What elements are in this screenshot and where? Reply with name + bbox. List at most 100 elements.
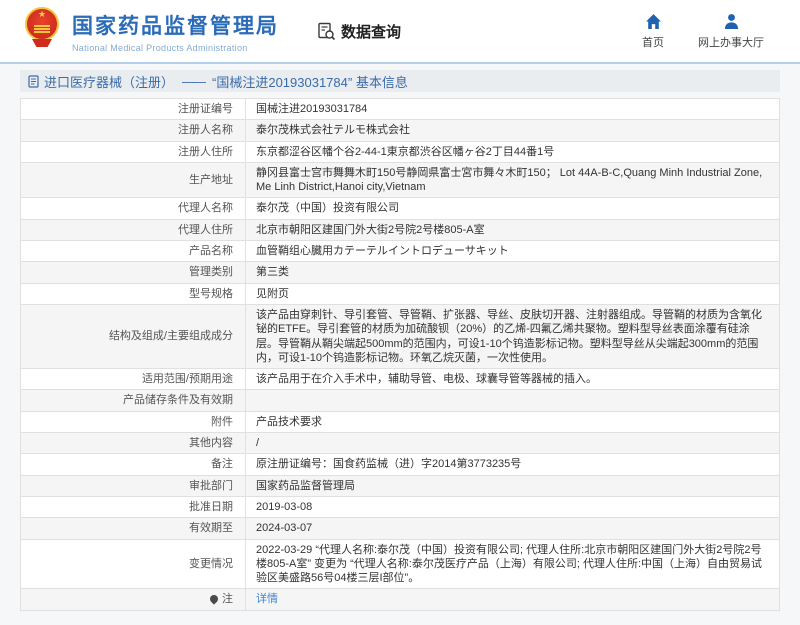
table-row: 审批部门 国家药品监督管理局 [21,475,780,496]
table-row: 其他内容 / [21,433,780,454]
emblem-ribbon [32,39,52,47]
row-label: 注 [21,589,246,610]
row-label-text: 代理人住所 [178,224,233,236]
home-icon [645,13,662,30]
note-pin-icon [208,594,219,605]
gate-icon [34,25,50,33]
row-label-text: 其他内容 [189,437,233,449]
row-label: 附件 [21,411,246,432]
table-row: 变更情况 2022-03-29 “代理人名称:泰尔茂（中国）投资有限公司; 代理人… [21,539,780,589]
row-label: 有效期至 [21,518,246,539]
row-value: 泰尔茂（中国）投资有限公司 [246,198,780,219]
site-title: 国家药品监督管理局 [72,10,279,40]
registration-info-table: 注册证编号国械注进20193031784注册人名称泰尔茂株式会社テルモ株式会社注… [20,98,780,611]
row-value: 北京市朝阳区建国门外大街2号院2号楼805-A室 [246,219,780,240]
row-value: 2024-03-07 [246,518,780,539]
row-label: 变更情况 [21,539,246,589]
data-query-label: 数据查询 [341,21,401,42]
row-value: 泰尔茂株式会社テルモ株式会社 [246,120,780,141]
table-row: 备注 原注册证编号：国食药监械（进）字2014第3773235号 [21,454,780,475]
row-value: 国械注进20193031784 [246,99,780,120]
row-value: 东京都涩谷区幡个谷2-44-1東京都渋谷区幡ヶ谷2丁目44番1号 [246,141,780,162]
breadcrumb: 进口医疗器械（注册） —— “国械注进20193031784” 基本信息 [20,70,780,92]
row-label-text: 注册证编号 [178,103,233,115]
row-value: 产品技术要求 [246,411,780,432]
table-row: 代理人名称 泰尔茂（中国）投资有限公司 [21,198,780,219]
online-hall-label: 网上办事大厅 [698,34,764,50]
row-label: 审批部门 [21,475,246,496]
table-row: 注册人住所东京都涩谷区幡个谷2-44-1東京都渋谷区幡ヶ谷2丁目44番1号 [21,141,780,162]
breadcrumb-current: “国械注进20193031784” 基本信息 [212,72,408,91]
row-value [246,390,780,411]
row-label-text: 注 [222,593,233,605]
row-label-text: 适用范围/预期用途 [142,373,233,385]
row-label: 代理人名称 [21,198,246,219]
row-label-text: 批准日期 [189,501,233,513]
data-query-nav[interactable]: 数据查询 [317,21,401,42]
row-label-text: 代理人名称 [178,202,233,214]
row-value: 第三类 [246,262,780,283]
details-link[interactable]: 详情 [256,593,278,605]
row-label: 备注 [21,454,246,475]
table-row: 有效期至 2024-03-07 [21,518,780,539]
row-label-text: 产品名称 [189,245,233,257]
row-label-text: 型号规格 [189,288,233,300]
row-value: 该产品由穿刺针、导引套管、导管鞘、扩张器、导丝、皮肤切开器、注射器组成。导管鞘的… [246,304,780,368]
row-value: 静冈县富士宫市舞舞木町150号静岡県富士宮市舞々木町150； Lot 44A-B… [246,162,780,198]
emblem-circle: ★ [25,7,59,41]
row-label: 注册人名称 [21,120,246,141]
star-icon: ★ [38,10,46,19]
row-label: 注册人住所 [21,141,246,162]
data-query-icon [317,22,336,41]
row-label: 生产地址 [21,162,246,198]
table-row: 生产地址 静冈县富士宫市舞舞木町150号静岡県富士宮市舞々木町150； Lot 4… [21,162,780,198]
row-label: 批准日期 [21,496,246,517]
row-value: 该产品用于在介入手术中，辅助导管、电极、球囊导管等器械的插入。 [246,369,780,390]
table-row: 管理类别 第三类 [21,262,780,283]
home-link[interactable]: 首页 [642,13,664,50]
table-row: 产品名称 血管鞘组心臓用カテーテルイントロデューサキット [21,241,780,262]
table-row: 代理人住所 北京市朝阳区建国门外大街2号院2号楼805-A室 [21,219,780,240]
row-label-text: 管理类别 [189,266,233,278]
row-value: 原注册证编号：国食药监械（进）字2014第3773235号 [246,454,780,475]
row-value: / [246,433,780,454]
row-value: 血管鞘组心臓用カテーテルイントロデューサキット [246,241,780,262]
table-row: 注 详情 [21,589,780,610]
site-header: ★ 国家药品监督管理局 National Medical Products Ad… [0,0,800,62]
table-row: 批准日期2019-03-08 [21,496,780,517]
row-label: 产品储存条件及有效期 [21,390,246,411]
breadcrumb-separator: —— [182,74,204,89]
table-row: 注册人名称 泰尔茂株式会社テルモ株式会社 [21,120,780,141]
row-value: 国家药品监督管理局 [246,475,780,496]
breadcrumb-category[interactable]: 进口医疗器械（注册） [44,72,174,91]
table-row: 型号规格 见附页 [21,283,780,304]
row-value: 2022-03-29 “代理人名称:泰尔茂（中国）投资有限公司; 代理人住所:北… [246,539,780,589]
row-label-text: 结构及组成/主要组成成分 [109,330,233,342]
logo-block[interactable]: ★ 国家药品监督管理局 National Medical Products Ad… [22,4,279,58]
table-row: 注册证编号 国械注进20193031784 [21,99,780,120]
row-label-text: 备注 [211,458,233,470]
row-value: 见附页 [246,283,780,304]
row-label-text: 生产地址 [189,174,233,186]
table-row: 结构及组成/主要组成成分 该产品由穿刺针、导引套管、导管鞘、扩张器、导丝、皮肤切开… [21,304,780,368]
row-label-text: 产品储存条件及有效期 [123,394,233,406]
row-label-text: 注册人名称 [178,124,233,136]
row-value: 详情 [246,589,780,610]
table-row: 附件产品技术要求 [21,411,780,432]
quick-links: 首页 网上办事大厅 [642,13,778,50]
main-content: 进口医疗器械（注册） —— “国械注进20193031784” 基本信息 注册证… [0,64,800,625]
online-hall-link[interactable]: 网上办事大厅 [698,13,764,50]
home-label: 首页 [642,34,664,50]
row-label-text: 审批部门 [189,480,233,492]
row-label: 代理人住所 [21,219,246,240]
row-label: 型号规格 [21,283,246,304]
row-label: 结构及组成/主要组成成分 [21,304,246,368]
row-label: 其他内容 [21,433,246,454]
national-emblem-logo: ★ [22,4,62,58]
row-label-text: 有效期至 [189,522,233,534]
table-row: 适用范围/预期用途 该产品用于在介入手术中，辅助导管、电极、球囊导管等器械的插入。 [21,369,780,390]
table-row: 产品储存条件及有效期 [21,390,780,411]
row-label: 适用范围/预期用途 [21,369,246,390]
row-label: 注册证编号 [21,99,246,120]
row-label-text: 变更情况 [189,558,233,570]
